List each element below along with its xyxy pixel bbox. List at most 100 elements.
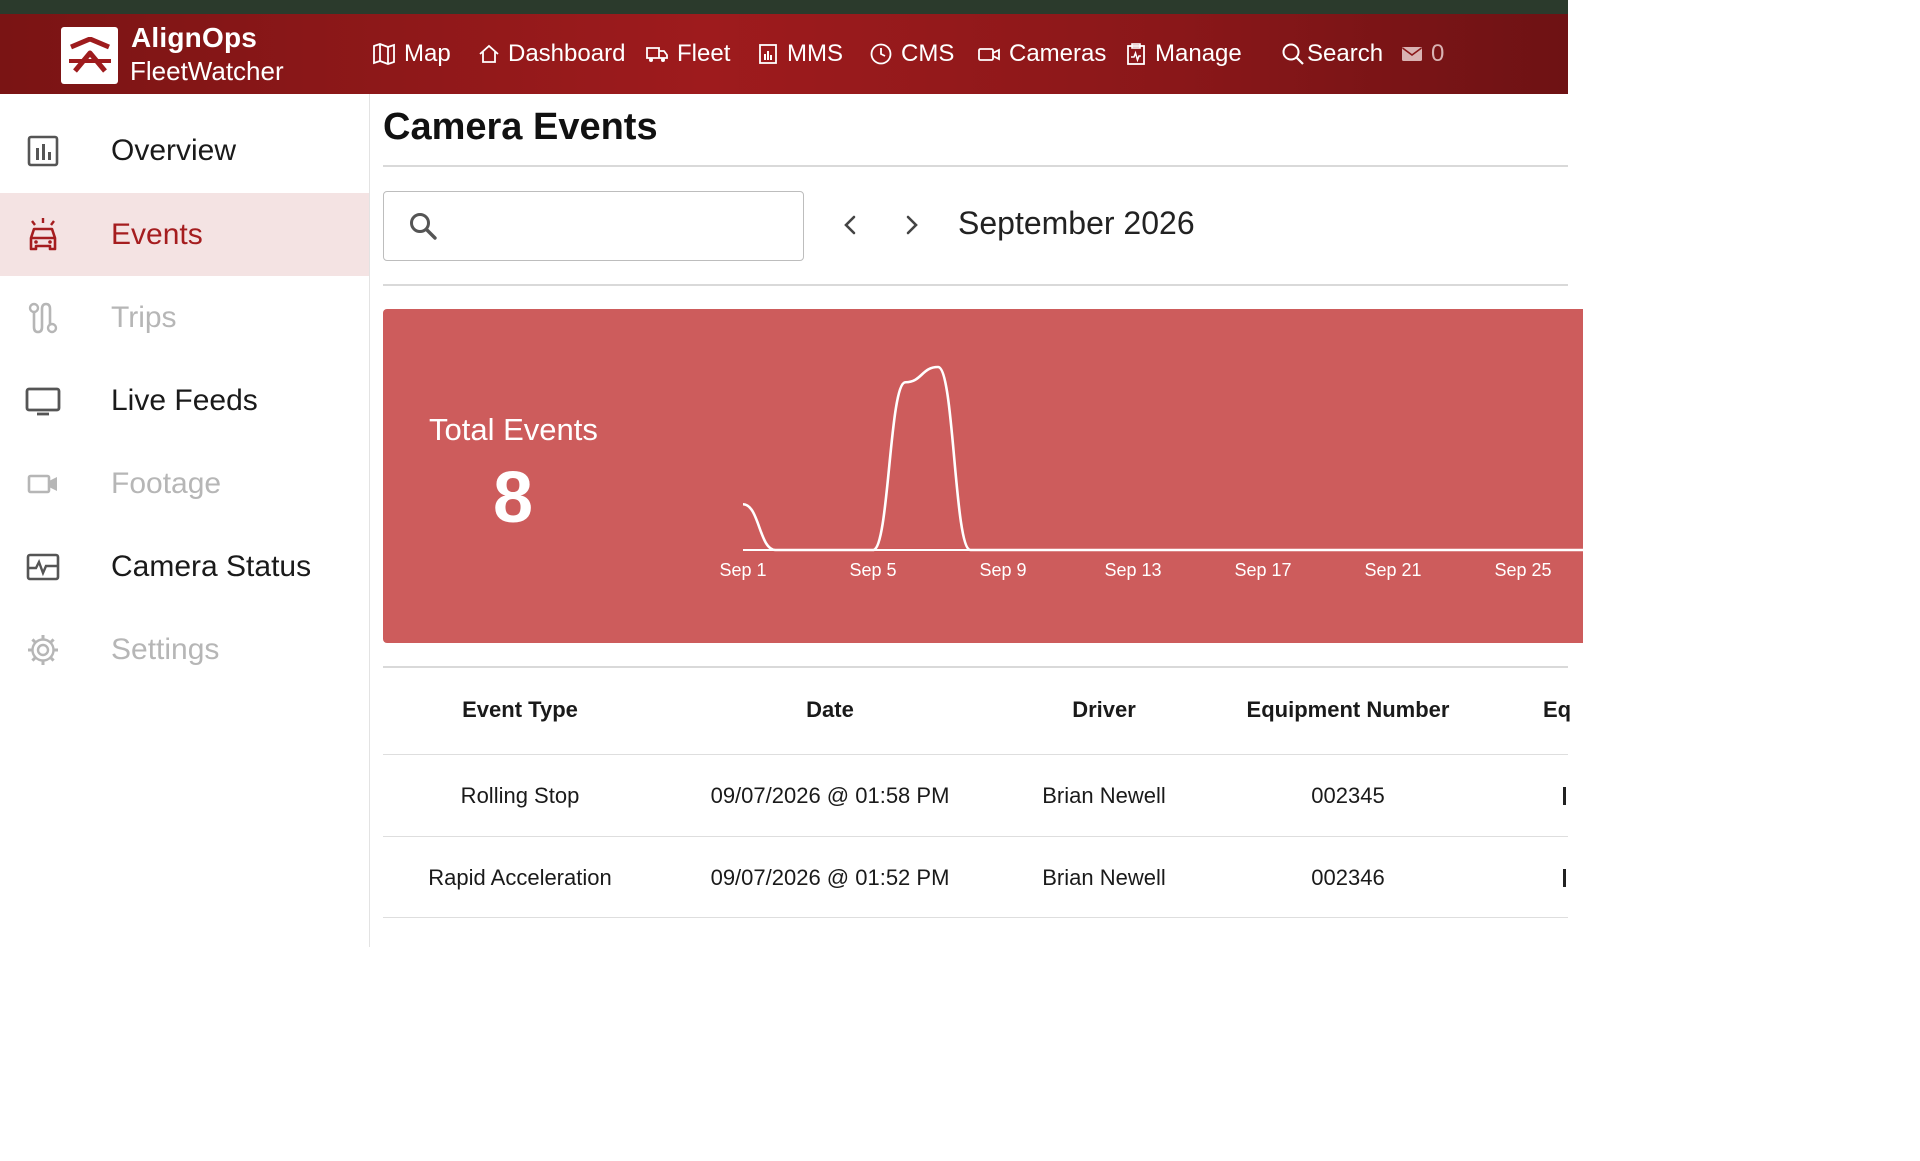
data-point-sep-23	[1455, 547, 1461, 553]
nav-map[interactable]: Map	[372, 38, 451, 70]
sidebar-item-footage[interactable]: Footage	[0, 442, 369, 525]
cell-event-type[interactable]: Rapid Acceleration	[428, 865, 611, 891]
title-divider	[383, 165, 1568, 167]
x-tick-label: Sep 1	[719, 560, 766, 580]
video-camera-icon	[978, 48, 1000, 61]
sidebar-item-label: Live Feeds	[111, 383, 258, 417]
events-trend-chart: Sep 1 Sep 5 Sep 9 Sep 13 Sep 17 Sep 21 Sep 25	[719, 364, 1583, 580]
gear-icon	[28, 635, 58, 665]
nav-mms[interactable]: MMS	[757, 38, 843, 70]
nav-label: Search	[1307, 40, 1384, 67]
sidebar-item-label: Camera Status	[111, 549, 312, 583]
data-point-sep-4	[838, 547, 844, 553]
cell-equipment-number[interactable]: 002346	[1311, 865, 1384, 891]
data-point-sep-17	[1260, 547, 1266, 553]
sidebar-item-trips[interactable]: Trips	[0, 276, 369, 359]
table-row-divider	[383, 836, 1568, 837]
nav-label: Map	[404, 40, 451, 67]
data-point-sep-9	[1000, 547, 1006, 553]
data-point-sep-20	[1358, 547, 1364, 553]
next-month-button[interactable]	[897, 210, 927, 240]
nav-cameras[interactable]: Cameras	[977, 38, 1106, 70]
clipped-cell-edge	[1563, 787, 1566, 805]
app-header: AlignOps FleetWatcher Map Dashboard Flee…	[0, 14, 1568, 94]
data-point-sep-6	[903, 379, 909, 385]
column-header-equipment-number[interactable]: Equipment Number	[1247, 697, 1450, 723]
data-point-sep-18	[1293, 547, 1299, 553]
data-point-sep-19	[1325, 547, 1331, 553]
data-point-sep-16	[1228, 547, 1234, 553]
previous-month-button[interactable]	[836, 210, 866, 240]
nav-dashboard[interactable]: Dashboard	[478, 38, 625, 70]
map-icon	[373, 43, 395, 65]
pulse-icon	[26, 553, 60, 581]
nav-label: MMS	[787, 40, 843, 67]
data-point-sep-10	[1033, 547, 1039, 553]
cell-event-type[interactable]: Rolling Stop	[461, 783, 580, 809]
chart-icon	[27, 135, 59, 167]
data-point-sep-21	[1390, 547, 1396, 553]
mail-notifications[interactable]: 0	[1401, 38, 1444, 70]
cell-driver[interactable]: Brian Newell	[1042, 865, 1166, 891]
search-icon	[1282, 43, 1304, 65]
nav-label: Manage	[1155, 40, 1242, 67]
sidebar-item-events[interactable]: Events	[0, 193, 369, 276]
brand-logo[interactable]	[61, 27, 118, 84]
data-point-sep-26	[1553, 547, 1559, 553]
data-point-sep-2	[773, 547, 779, 553]
data-point-sep-1	[740, 501, 746, 507]
clock-icon	[870, 43, 892, 65]
search-input[interactable]	[454, 206, 784, 246]
sidebar-item-camera-status[interactable]: Camera Status	[0, 525, 369, 608]
nav-label: Cameras	[1009, 40, 1107, 67]
data-point-sep-24	[1488, 547, 1494, 553]
data-point-sep-8	[968, 547, 974, 553]
x-tick-label: Sep 9	[979, 560, 1026, 580]
cell-driver[interactable]: Brian Newell	[1042, 783, 1166, 809]
column-header-truncated[interactable]: Eq	[1543, 697, 1571, 723]
logo-icon	[69, 37, 111, 73]
data-point-sep-12	[1098, 547, 1104, 553]
nav-label: Dashboard	[508, 40, 626, 67]
table-row-divider	[383, 917, 1568, 918]
column-header-date[interactable]: Date	[806, 697, 854, 723]
x-tick-label: Sep 5	[849, 560, 896, 580]
events-summary-card: Total Events 8 Sep 1 Sep 5 Sep 9 Sep 13 Sep …	[383, 309, 1583, 643]
cell-date[interactable]: 09/07/2026 @ 01:52 PM	[711, 865, 950, 891]
nav-cms[interactable]: CMS	[869, 38, 954, 70]
table-top-divider	[383, 666, 1568, 668]
cell-date[interactable]: 09/07/2026 @ 01:58 PM	[711, 783, 950, 809]
x-tick-label: Sep 21	[1364, 560, 1421, 580]
nav-search[interactable]: Search	[1281, 38, 1383, 70]
data-point-sep-11	[1065, 547, 1071, 553]
sidebar-item-live-feeds[interactable]: Live Feeds	[0, 359, 369, 442]
x-tick-label: Sep 25	[1494, 560, 1551, 580]
sidebar-item-label: Footage	[111, 466, 222, 500]
nav-manage[interactable]: Manage	[1125, 38, 1242, 70]
monitor-icon	[25, 387, 61, 416]
clipboard-icon	[1127, 43, 1145, 65]
cell-equipment-number[interactable]: 002345	[1311, 783, 1384, 809]
search-icon	[410, 213, 437, 240]
data-point-sep-15	[1195, 547, 1201, 553]
column-header-driver[interactable]: Driver	[1072, 697, 1136, 723]
search-field[interactable]	[383, 191, 804, 261]
brand-name: AlignOps	[131, 22, 258, 53]
sidebar: Overview Events Trips Live Feeds Footage…	[0, 94, 370, 947]
page-title: Camera Events	[383, 106, 658, 148]
column-header-event-type[interactable]: Event Type	[462, 697, 578, 723]
sidebar-item-overview[interactable]: Overview	[0, 109, 369, 192]
mail-count: 0	[1431, 40, 1445, 67]
toolbar-divider	[383, 284, 1568, 286]
data-point-sep-7	[935, 364, 941, 370]
sidebar-item-settings[interactable]: Settings	[0, 608, 369, 691]
sidebar-item-label: Events	[111, 217, 203, 251]
clipped-cell-edge	[1563, 869, 1566, 887]
x-tick-label: Sep 17	[1234, 560, 1291, 580]
nav-fleet[interactable]: Fleet	[645, 38, 730, 70]
month-label: September 2026	[958, 205, 1195, 241]
window-top-strip	[0, 0, 1568, 14]
nav-label: Fleet	[677, 40, 731, 67]
sidebar-item-label: Trips	[111, 300, 177, 334]
sidebar-item-label: Settings	[111, 632, 220, 666]
